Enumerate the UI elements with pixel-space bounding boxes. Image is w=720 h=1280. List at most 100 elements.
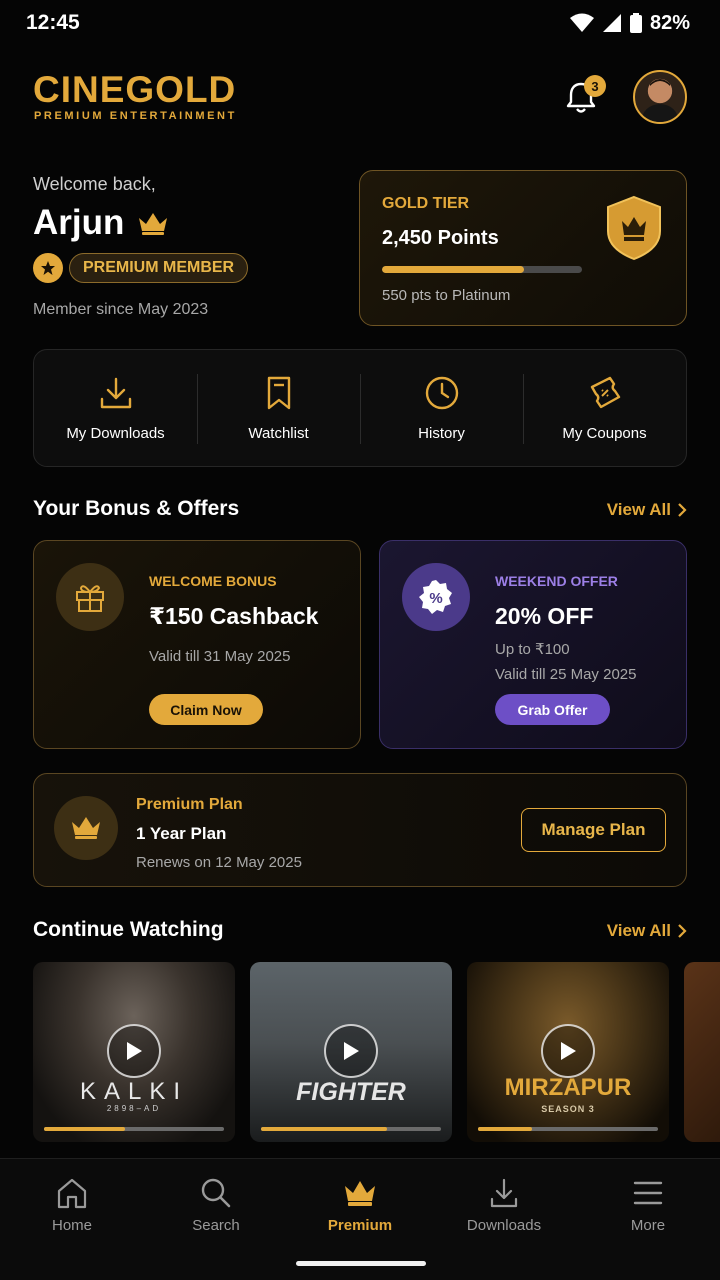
play-icon[interactable] <box>541 1024 595 1078</box>
continue-section-title: Continue Watching <box>33 918 224 941</box>
offer-validity: Valid till 25 May 2025 <box>495 666 637 683</box>
poster-subtitle: SEASON 3 <box>541 1104 595 1114</box>
nav-label: Premium <box>327 1217 393 1234</box>
poster-fighter[interactable]: FIGHTER <box>250 962 452 1142</box>
watch-progress <box>261 1127 441 1131</box>
crown-icon <box>54 796 118 860</box>
continue-watching-row: KALKI 2898–AD FIGHTER MIRZAPUR SEASON 3 <box>33 962 720 1142</box>
signal-icon <box>602 14 621 32</box>
tier-next-level: 550 pts to Platinum <box>382 287 511 304</box>
crown-icon <box>139 213 168 235</box>
offer-validity: Valid till 31 May 2025 <box>149 648 291 665</box>
app-header: CINEGOLD PREMIUM ENTERTAINMENT 3 <box>33 68 687 128</box>
nav-search[interactable]: Search <box>144 1159 288 1280</box>
plan-name: 1 Year Plan <box>136 824 227 843</box>
watch-progress <box>478 1127 658 1131</box>
quick-action-label: Watchlist <box>248 424 309 442</box>
tier-progress-bar <box>382 266 582 273</box>
membership-badge: PREMIUM MEMBER <box>69 253 249 283</box>
offers-section-title: Your Bonus & Offers <box>33 497 240 520</box>
quick-action-coupons[interactable]: My Coupons <box>523 350 686 466</box>
quick-action-label: History <box>418 424 465 442</box>
svg-text:%: % <box>429 590 442 607</box>
weekend-offer-card[interactable]: % WEEKEND OFFER 20% OFF Up to ₹100 Valid… <box>379 540 687 749</box>
tier-card[interactable]: GOLD TIER 2,450 Points 550 pts to Platin… <box>359 170 687 326</box>
gift-icon <box>56 563 124 631</box>
nav-label: More <box>630 1217 666 1234</box>
quick-action-label: My Coupons <box>562 424 647 442</box>
manage-plan-button[interactable]: Manage Plan <box>521 808 666 852</box>
user-name: Arjun <box>33 203 125 242</box>
offer-headline: 20% OFF <box>495 603 594 629</box>
star-icon <box>33 253 63 283</box>
crown-icon <box>345 1181 375 1206</box>
nav-downloads[interactable]: Downloads <box>432 1159 576 1280</box>
premium-plan-card: Premium Plan 1 Year Plan Renews on 12 Ma… <box>33 773 687 887</box>
home-icon <box>57 1178 87 1209</box>
quick-action-watchlist[interactable]: Watchlist <box>197 350 360 466</box>
coupon-icon <box>590 376 620 408</box>
app-logo: CINEGOLD <box>33 69 237 110</box>
offers-view-all[interactable]: View All <box>607 500 687 520</box>
poster-kalki[interactable]: KALKI 2898–AD <box>33 962 235 1142</box>
plan-tag: Premium Plan <box>136 796 243 813</box>
avatar[interactable] <box>633 70 687 124</box>
crown-shield-icon <box>607 195 661 261</box>
quick-actions: My Downloads Watchlist History My Coupon… <box>33 349 687 467</box>
offer-tag: WELCOME BONUS <box>149 573 277 589</box>
battery-icon <box>629 13 642 33</box>
home-indicator[interactable] <box>296 1261 426 1266</box>
avatar-person-icon <box>641 79 679 122</box>
nav-more[interactable]: More <box>576 1159 720 1280</box>
poster-partial[interactable] <box>684 962 720 1142</box>
nav-label: Downloads <box>466 1217 542 1234</box>
quick-action-downloads[interactable]: My Downloads <box>34 350 197 466</box>
quick-action-label: My Downloads <box>66 424 165 442</box>
grab-offer-button[interactable]: Grab Offer <box>495 694 610 725</box>
welcome-bonus-card[interactable]: WELCOME BONUS ₹150 Cashback Valid till 3… <box>33 540 361 749</box>
clock-icon <box>425 376 458 409</box>
nav-label: Search <box>192 1217 240 1234</box>
bookmark-icon <box>267 376 290 409</box>
watch-progress <box>44 1127 224 1131</box>
plan-renewal: Renews on 12 May 2025 <box>136 854 302 871</box>
download-icon <box>100 377 131 408</box>
download-icon <box>490 1178 518 1208</box>
poster-art <box>684 962 720 1142</box>
watch-progress-fill <box>478 1127 532 1131</box>
status-time: 12:45 <box>26 11 80 34</box>
menu-icon <box>633 1181 663 1205</box>
status-icons: 82% <box>569 12 690 35</box>
chevron-right-icon <box>678 924 687 938</box>
quick-action-history[interactable]: History <box>360 350 523 466</box>
view-all-label: View All <box>606 500 671 519</box>
poster-title: FIGHTER <box>296 1078 406 1106</box>
tier-progress-fill <box>382 266 524 273</box>
status-bar: 12:45 82% <box>0 0 720 46</box>
play-icon[interactable] <box>107 1024 161 1078</box>
claim-now-button[interactable]: Claim Now <box>149 694 263 725</box>
welcome-text: Welcome back, <box>33 174 156 194</box>
wifi-icon <box>569 13 594 32</box>
poster-subtitle: 2898–AD <box>106 1104 162 1113</box>
percent-badge-icon: % <box>402 563 470 631</box>
nav-home[interactable]: Home <box>0 1159 144 1280</box>
welcome-section: Welcome back, Arjun PREMIUM MEMBER Membe… <box>33 174 343 319</box>
offer-headline: ₹150 Cashback <box>149 603 319 629</box>
poster-title: KALKI <box>79 1078 189 1105</box>
continue-view-all[interactable]: View All <box>607 921 687 941</box>
app-logo-subtitle: PREMIUM ENTERTAINMENT <box>34 110 237 122</box>
notification-count-badge: 3 <box>584 75 606 97</box>
watch-progress-fill <box>44 1127 125 1131</box>
watch-progress-fill <box>261 1127 387 1131</box>
play-icon[interactable] <box>324 1024 378 1078</box>
poster-mirzapur[interactable]: MIRZAPUR SEASON 3 <box>467 962 669 1142</box>
chevron-right-icon <box>678 503 687 517</box>
member-since: Member since May 2023 <box>33 301 209 318</box>
nav-label: Home <box>51 1217 92 1234</box>
search-icon <box>201 1178 231 1208</box>
offer-tag: WEEKEND OFFER <box>495 573 618 589</box>
offer-cap: Up to ₹100 <box>495 641 570 658</box>
view-all-label: View All <box>606 921 671 940</box>
poster-title: MIRZAPUR <box>504 1074 632 1101</box>
